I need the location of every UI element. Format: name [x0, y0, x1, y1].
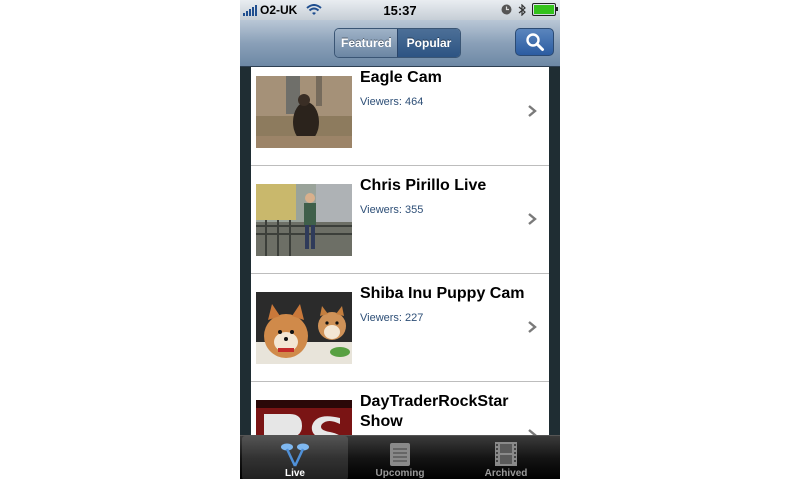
status-bar: O2-UK 15:37 [240, 0, 560, 20]
live-icon [281, 443, 309, 467]
stream-list[interactable]: Eagle Cam Viewers: 464 Chris Pirillo Liv… [251, 67, 549, 435]
list-item-title: DayTraderRockStar Show [360, 393, 509, 430]
tab-label: Live [284, 468, 305, 479]
list-item-title: Shiba Inu Puppy Cam [360, 285, 525, 302]
segment-popular[interactable]: Popular [397, 29, 460, 57]
chevron-right-icon [528, 213, 537, 225]
viewer-count: Viewers: 355 [360, 204, 424, 216]
thumbnail-image [256, 292, 352, 364]
tab-label: Upcoming [375, 468, 425, 479]
segmented-control: Featured Popular [334, 28, 461, 58]
search-button[interactable] [515, 28, 554, 56]
thumbnail-image [256, 400, 352, 435]
battery-icon [532, 3, 558, 16]
tab-bar: Live Upcoming Archived [240, 435, 560, 479]
list-item-eagle-cam[interactable]: Eagle Cam Viewers: 464 [251, 67, 549, 166]
search-icon [525, 33, 544, 51]
tab-archived[interactable]: Archived [453, 436, 559, 479]
nav-bar: Featured Popular [240, 20, 560, 67]
viewer-count: Viewers: 464 [360, 96, 424, 108]
tab-label: Archived [484, 468, 528, 479]
thumbnail-image [256, 76, 352, 148]
list-item-title: Chris Pirillo Live [360, 177, 487, 194]
calendar-icon [390, 443, 410, 466]
list-item-title: Eagle Cam [360, 69, 442, 86]
viewer-count: Viewers: 227 [360, 312, 424, 324]
bluetooth-icon [518, 3, 526, 16]
list-item-daytrader[interactable]: DayTraderRockStar Show [251, 382, 549, 435]
status-right [501, 3, 558, 16]
clock-icon [501, 4, 512, 15]
list-item-chris-pirillo[interactable]: Chris Pirillo Live Viewers: 355 [251, 166, 549, 274]
chevron-right-icon [528, 321, 537, 333]
film-icon [495, 442, 517, 466]
thumbnail-image [256, 184, 352, 256]
list-background: Eagle Cam Viewers: 464 Chris Pirillo Liv… [240, 67, 560, 435]
segment-featured[interactable]: Featured [335, 29, 397, 57]
tab-upcoming[interactable]: Upcoming [347, 436, 453, 479]
tab-live[interactable]: Live [242, 436, 348, 479]
list-item-shiba-inu[interactable]: Shiba Inu Puppy Cam Viewers: 227 [251, 274, 549, 382]
chevron-right-icon [528, 105, 537, 117]
phone-screen: O2-UK 15:37 Featured Popular Eagle Cam V… [240, 0, 560, 479]
chevron-right-icon [528, 429, 537, 435]
